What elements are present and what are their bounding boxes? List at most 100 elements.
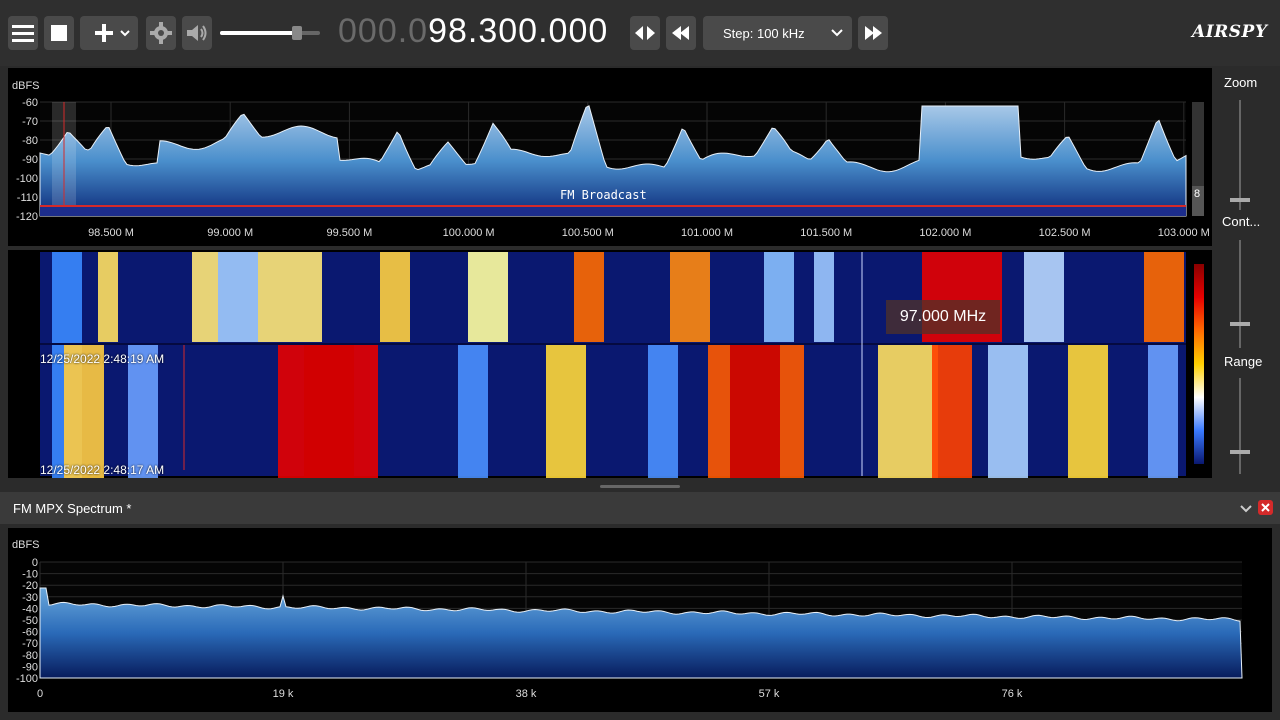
- frequency-digits: 98.300.000: [428, 12, 609, 50]
- mpx-plot[interactable]: 0-10-20-30-40-50-60-70-80-90-100 0 19 k 38…: [8, 528, 1272, 712]
- spectrum-y-tick: -120: [16, 211, 38, 223]
- mpx-x-tick: 76 k: [1002, 688, 1023, 700]
- spectrum-y-tick: -70: [22, 116, 38, 128]
- zoom-label: Zoom: [1224, 75, 1258, 90]
- volume-slider[interactable]: [220, 26, 320, 40]
- mpx-y-tick: -40: [22, 603, 38, 615]
- timestamp-top: 12/25/2022 2:48:19 AM: [40, 352, 165, 366]
- waterfall-signal: [458, 344, 488, 478]
- waterfall-signal: [814, 252, 834, 342]
- spectrum-y-tick: -100: [16, 173, 38, 185]
- zoom-slider-handle[interactable]: [1230, 198, 1250, 202]
- waterfall-signal: [380, 252, 410, 342]
- mpx-y-axis: 0-10-20-30-40-50-60-70-80-90-100: [16, 557, 38, 685]
- spectrum-x-tick: 98.500 M: [88, 227, 134, 239]
- waterfall-panel[interactable]: 12/25/2022 2:48:19 AM 12/25/2022 2:48:17…: [8, 250, 1212, 478]
- mpx-y-tick: -70: [22, 638, 38, 650]
- waterfall-signal: [468, 252, 508, 342]
- stop-icon: [51, 25, 67, 41]
- spectrum-y-tick: -90: [22, 154, 38, 166]
- waterfall-signal: [1144, 252, 1184, 342]
- spectrum-y-axis: -60 -70 -80 -90 -100 -110 -120: [16, 97, 38, 223]
- band-fill: [40, 207, 1186, 216]
- waterfall-plot[interactable]: [8, 250, 1212, 478]
- frequency-tooltip: 97.000 MHz: [886, 300, 1000, 334]
- color-scale: [1194, 264, 1204, 464]
- mpx-y-tick: 0: [32, 557, 38, 569]
- waterfall-signal: [988, 344, 1028, 478]
- mpx-y-tick: -90: [22, 661, 38, 673]
- hamburger-icon: [12, 25, 34, 42]
- spectrum-x-tick: 100.000 M: [443, 227, 495, 239]
- mpx-y-tick: -30: [22, 592, 38, 604]
- spectrum-x-tick: 100.500 M: [562, 227, 614, 239]
- waterfall-signal: [932, 344, 972, 478]
- range-label: Range: [1224, 354, 1263, 369]
- plus-icon: [95, 24, 130, 42]
- band-label: FM Broadcast: [560, 188, 647, 202]
- toolbar: 000.098.300.000 Step: 100 kHz AIRSPY: [0, 0, 1280, 66]
- volume-button[interactable]: [182, 16, 212, 50]
- spectrum-plot[interactable]: -60 -70 -80 -90 -100 -110 -120 98.500 M 99.000 …: [8, 68, 1212, 246]
- waterfall-signal: [1148, 344, 1178, 478]
- stop-button[interactable]: [44, 16, 74, 50]
- menu-button[interactable]: [8, 16, 38, 50]
- contrast-slider-handle[interactable]: [1230, 322, 1250, 326]
- gear-icon: [150, 22, 172, 44]
- spectrum-y-tick: -80: [22, 135, 38, 147]
- waterfall-signal: [98, 252, 118, 342]
- step-select-value: Step: 100 kHz: [723, 25, 805, 41]
- mpx-y-tick: -100: [16, 673, 38, 685]
- spectrum-x-tick: 102.000 M: [919, 227, 971, 239]
- timestamp-bottom: 12/25/2022 2:48:17 AM: [40, 463, 165, 477]
- spectrum-x-tick: 103.000 M: [1158, 227, 1210, 239]
- add-bookmark-button[interactable]: [80, 16, 138, 50]
- waterfall-signal: [764, 252, 794, 342]
- side-controls: Zoom Cont... Range: [1214, 68, 1280, 478]
- rewind-icon: [672, 26, 689, 40]
- chevron-down-icon: [1240, 505, 1252, 513]
- mpx-x-tick: 57 k: [759, 688, 780, 700]
- range-slider[interactable]: [1230, 378, 1250, 474]
- scroll-value: 8: [1194, 188, 1201, 200]
- spectrum-x-tick: 102.500 M: [1039, 227, 1091, 239]
- close-panel-button[interactable]: [1258, 500, 1273, 515]
- spectrum-panel[interactable]: dBFS -60 -70 -80 -90 -100 -110 -120 98.500 M 99…: [8, 68, 1212, 246]
- volume-slider-fill: [220, 31, 296, 35]
- spectrum-x-tick: 101.000 M: [681, 227, 733, 239]
- center-tune-button[interactable]: [630, 16, 660, 50]
- mpx-x-tick: 0: [37, 688, 43, 700]
- volume-slider-handle[interactable]: [292, 26, 302, 40]
- speaker-icon: [187, 25, 207, 41]
- mpx-panel-header: FM MPX Spectrum *: [0, 492, 1280, 524]
- mpx-panel[interactable]: dBFS 0 -10 -20 -30 -40 -50 -60 -70 -80 -90 -100 01…: [8, 528, 1272, 712]
- contrast-slider[interactable]: [1230, 240, 1250, 348]
- contrast-label: Cont...: [1222, 214, 1261, 229]
- spectrum-x-tick: 99.000 M: [207, 227, 253, 239]
- step-up-button[interactable]: [858, 16, 888, 50]
- range-slider-handle[interactable]: [1230, 450, 1250, 454]
- mpx-y-tick: -10: [22, 569, 38, 581]
- zoom-slider[interactable]: [1230, 100, 1250, 210]
- chevron-down-icon: [831, 29, 843, 37]
- waterfall-signal: [670, 252, 710, 342]
- frequency-display[interactable]: 000.098.300.000: [338, 12, 608, 51]
- mpx-y-tick: -60: [22, 627, 38, 639]
- panel-splitter-handle[interactable]: [600, 485, 680, 488]
- collapse-panel-button[interactable]: [1238, 500, 1254, 516]
- spectrum-x-axis: 98.500 M 99.000 M 99.500 M 100.000 M 100.500…: [88, 227, 1210, 239]
- frequency-leading-digits: 000.0: [338, 12, 429, 50]
- mpx-x-tick: 38 k: [516, 688, 537, 700]
- waterfall-signal: [1068, 344, 1108, 478]
- step-select[interactable]: Step: 100 kHz: [703, 16, 852, 50]
- close-icon: [1261, 503, 1270, 512]
- waterfall-signal: [574, 252, 604, 342]
- mpx-panel-title: FM MPX Spectrum *: [13, 501, 132, 516]
- spectrum-y-tick: -60: [22, 97, 38, 109]
- spectrum-y-tick: -110: [17, 192, 38, 204]
- settings-button[interactable]: [146, 16, 176, 50]
- step-down-button[interactable]: [666, 16, 696, 50]
- mpx-y-tick: -80: [22, 650, 38, 662]
- waterfall-signal: [730, 344, 780, 478]
- spectrum-x-tick: 99.500 M: [326, 227, 372, 239]
